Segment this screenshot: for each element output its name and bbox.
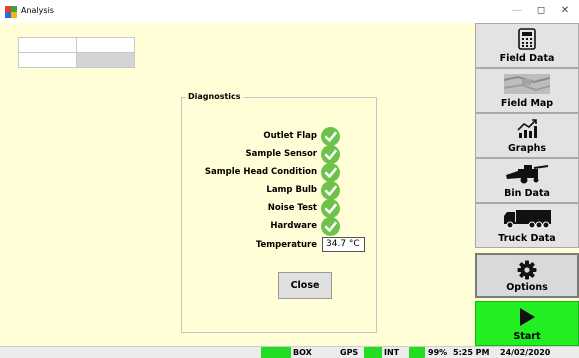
side-nav: Field Data Field Map Graphs Bin Data Tru… (475, 23, 579, 346)
int-status: INT (384, 348, 400, 357)
check-label-sample-sensor: Sample Sensor (245, 149, 317, 159)
summary-table (18, 37, 135, 68)
diagnostics-title: Diagnostics (186, 92, 243, 101)
table-cell (76, 52, 135, 68)
truck-icon (476, 208, 578, 230)
temperature-field: 34.7 °C (322, 237, 365, 252)
main-area: Diagnostics Outlet Flap Sample Sensor Sa… (0, 23, 474, 346)
check-label-sample-head-condition: Sample Head Condition (204, 167, 317, 177)
battery-level: 99% (428, 348, 448, 357)
int-status-indicator (364, 347, 382, 358)
graphs-label: Graphs (507, 143, 547, 154)
bin-data-button[interactable]: Bin Data (475, 158, 579, 203)
gps-status: GPS (340, 348, 359, 357)
battery-indicator (409, 347, 425, 358)
table-cell (18, 52, 77, 68)
box-status-indicator (261, 347, 291, 358)
check-ok-icon (321, 145, 340, 164)
status-time: 5:25 PM (453, 348, 490, 357)
close-button[interactable]: Close (278, 272, 332, 299)
check-ok-icon (321, 127, 340, 146)
gear-icon (477, 259, 577, 281)
check-label-lamp-bulb: Lamp Bulb (266, 185, 317, 195)
field-map-button[interactable]: Field Map (475, 68, 579, 113)
check-ok-icon (321, 199, 340, 218)
truck-data-label: Truck Data (498, 233, 556, 244)
table-cell (76, 37, 135, 53)
start-button[interactable]: Start (475, 301, 579, 346)
bin-data-label: Bin Data (504, 188, 550, 199)
status-bar: BOX GPS INT 99% 5:25 PM 24/02/2020 (0, 346, 579, 358)
minimize-button[interactable]: — (505, 2, 529, 20)
box-status: BOX (293, 348, 312, 357)
graphs-button[interactable]: Graphs (475, 113, 579, 158)
title-bar: Analysis — ◻ ✕ (0, 0, 579, 23)
temperature-label: Temperature (255, 240, 317, 250)
map-icon (476, 73, 578, 95)
table-cell (18, 37, 77, 53)
check-ok-icon (321, 163, 340, 182)
check-ok-icon (321, 217, 340, 236)
check-ok-icon (321, 181, 340, 200)
check-label-hardware: Hardware (270, 221, 317, 231)
field-data-button[interactable]: Field Data (475, 23, 579, 68)
field-data-label: Field Data (499, 53, 555, 64)
start-label: Start (513, 331, 541, 342)
options-button[interactable]: Options (475, 253, 579, 298)
status-date: 24/02/2020 (500, 348, 551, 357)
window-title: Analysis (21, 6, 54, 15)
diagnostics-panel: Diagnostics Outlet Flap Sample Sensor Sa… (181, 92, 377, 333)
harvester-icon (476, 163, 578, 185)
check-label-outlet-flap: Outlet Flap (263, 131, 317, 141)
options-label: Options (506, 282, 548, 293)
close-window-button[interactable]: ✕ (553, 2, 577, 20)
field-map-label: Field Map (500, 98, 554, 109)
calculator-icon (476, 28, 578, 50)
play-icon (476, 306, 578, 328)
chart-icon (476, 118, 578, 140)
truck-data-button[interactable]: Truck Data (475, 203, 579, 248)
maximize-button[interactable]: ◻ (529, 2, 553, 20)
app-icon (5, 6, 17, 18)
check-label-noise-test: Noise Test (267, 203, 317, 213)
